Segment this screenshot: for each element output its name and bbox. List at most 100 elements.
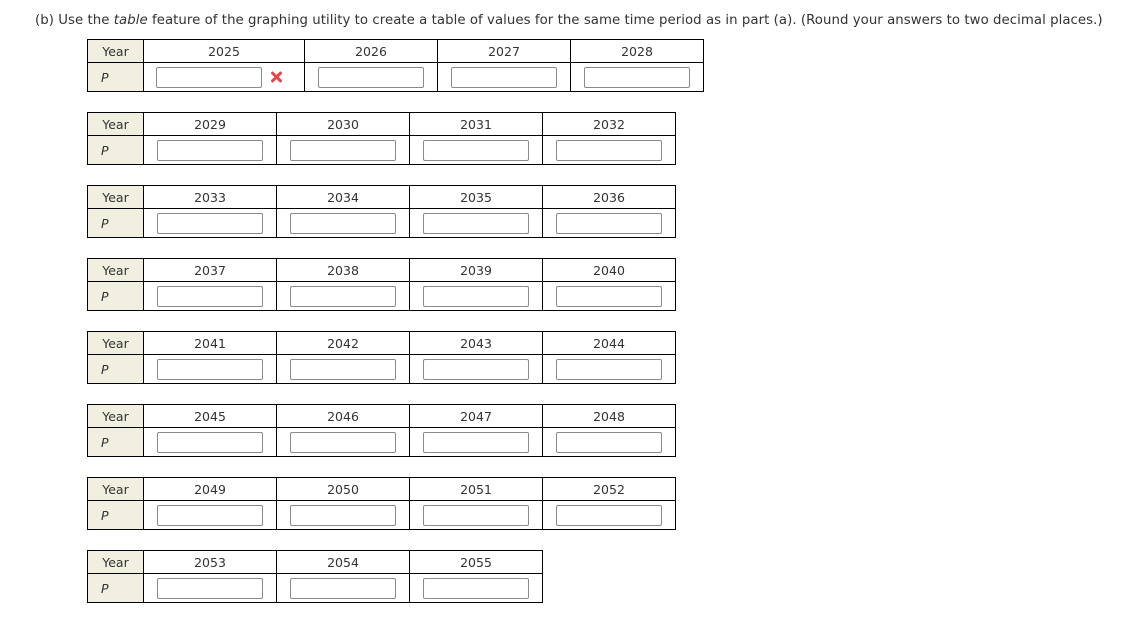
values-table-3: Year 2033 2034 2035 2036 P bbox=[87, 185, 676, 238]
year-cell: 2044 bbox=[542, 331, 676, 355]
p-cell bbox=[143, 500, 277, 530]
p-cell bbox=[143, 354, 277, 384]
p-input-2042[interactable] bbox=[290, 358, 396, 380]
p-input-2048[interactable] bbox=[556, 431, 662, 453]
p-input-2055[interactable] bbox=[423, 577, 529, 599]
p-cell-content bbox=[571, 66, 703, 88]
p-label: P bbox=[87, 208, 144, 238]
year-label: Year bbox=[87, 477, 144, 501]
values-table-2: Year 2029 2030 2031 2032 P bbox=[87, 112, 676, 165]
p-cell bbox=[143, 427, 277, 457]
p-cell-content bbox=[410, 139, 542, 161]
p-input-2038[interactable] bbox=[290, 285, 396, 307]
p-input-2026[interactable] bbox=[318, 66, 424, 88]
p-row: P bbox=[87, 281, 676, 311]
p-input-2035[interactable] bbox=[423, 212, 529, 234]
p-input-2044[interactable] bbox=[556, 358, 662, 380]
p-input-2033[interactable] bbox=[157, 212, 263, 234]
p-input-2046[interactable] bbox=[290, 431, 396, 453]
p-cell-content bbox=[277, 212, 409, 234]
year-cell: 2050 bbox=[276, 477, 410, 501]
p-label: P bbox=[87, 62, 144, 92]
year-cell: 2047 bbox=[409, 404, 543, 428]
p-input-2041[interactable] bbox=[157, 358, 263, 380]
p-input-2047[interactable] bbox=[423, 431, 529, 453]
p-cell bbox=[542, 354, 676, 384]
p-cell-content bbox=[410, 212, 542, 234]
p-input-2043[interactable] bbox=[423, 358, 529, 380]
year-row: Year 2025 2026 2027 2028 bbox=[87, 39, 704, 63]
values-table-1: Year 2025 2026 2027 2028 P bbox=[87, 39, 704, 92]
p-cell bbox=[409, 573, 543, 603]
p-cell-content bbox=[144, 285, 276, 307]
p-input-2039[interactable] bbox=[423, 285, 529, 307]
p-input-2027[interactable] bbox=[451, 66, 557, 88]
p-cell bbox=[304, 62, 438, 92]
year-cell: 2037 bbox=[143, 258, 277, 282]
p-input-2031[interactable] bbox=[423, 139, 529, 161]
p-cell-content bbox=[144, 358, 276, 380]
p-input-2034[interactable] bbox=[290, 212, 396, 234]
p-input-2036[interactable] bbox=[556, 212, 662, 234]
p-cell bbox=[409, 354, 543, 384]
p-input-2050[interactable] bbox=[290, 504, 396, 526]
p-cell-content bbox=[277, 504, 409, 526]
p-input-2040[interactable] bbox=[556, 285, 662, 307]
p-label: P bbox=[87, 427, 144, 457]
instruction-suffix: feature of the graphing utility to creat… bbox=[147, 13, 1103, 28]
p-input-2032[interactable] bbox=[556, 139, 662, 161]
year-label: Year bbox=[87, 39, 144, 63]
year-cell: 2036 bbox=[542, 185, 676, 209]
p-input-2045[interactable] bbox=[157, 431, 263, 453]
p-input-2037[interactable] bbox=[157, 285, 263, 307]
year-cell: 2030 bbox=[276, 112, 410, 136]
p-cell bbox=[409, 281, 543, 311]
year-cell: 2053 bbox=[143, 550, 277, 574]
p-input-2054[interactable] bbox=[290, 577, 396, 599]
p-cell bbox=[276, 500, 410, 530]
p-cell-content bbox=[144, 431, 276, 453]
values-table-7: Year 2049 2050 2051 2052 P bbox=[87, 477, 676, 530]
p-cell-content bbox=[144, 504, 276, 526]
year-cell: 2026 bbox=[304, 39, 438, 63]
p-input-2053[interactable] bbox=[157, 577, 263, 599]
year-label: Year bbox=[87, 550, 144, 574]
p-input-2030[interactable] bbox=[290, 139, 396, 161]
p-cell-content bbox=[277, 577, 409, 599]
p-cell bbox=[143, 208, 277, 238]
p-input-2028[interactable] bbox=[584, 66, 690, 88]
year-cell: 2048 bbox=[542, 404, 676, 428]
p-cell bbox=[143, 135, 277, 165]
p-cell bbox=[276, 135, 410, 165]
p-cell-content bbox=[543, 285, 675, 307]
p-row: P bbox=[87, 354, 676, 384]
p-cell-content bbox=[277, 358, 409, 380]
values-table-4: Year 2037 2038 2039 2040 P bbox=[87, 258, 676, 311]
p-cell bbox=[542, 427, 676, 457]
p-cell bbox=[542, 281, 676, 311]
year-cell: 2027 bbox=[437, 39, 571, 63]
p-input-2052[interactable] bbox=[556, 504, 662, 526]
year-cell: 2028 bbox=[570, 39, 704, 63]
p-label: P bbox=[87, 500, 144, 530]
p-row: P bbox=[87, 573, 543, 603]
incorrect-x-icon bbox=[268, 69, 284, 85]
p-cell bbox=[570, 62, 704, 92]
year-cell: 2035 bbox=[409, 185, 543, 209]
year-cell: 2038 bbox=[276, 258, 410, 282]
p-input-2025[interactable] bbox=[156, 66, 262, 88]
year-row: Year 2049 2050 2051 2052 bbox=[87, 477, 676, 501]
p-input-2049[interactable] bbox=[157, 504, 263, 526]
p-cell-content bbox=[543, 358, 675, 380]
p-input-2029[interactable] bbox=[157, 139, 263, 161]
p-cell bbox=[409, 208, 543, 238]
p-cell-content bbox=[543, 504, 675, 526]
p-cell bbox=[276, 354, 410, 384]
p-row: P bbox=[87, 500, 676, 530]
p-input-2051[interactable] bbox=[423, 504, 529, 526]
year-cell: 2032 bbox=[542, 112, 676, 136]
year-cell: 2042 bbox=[276, 331, 410, 355]
year-cell: 2040 bbox=[542, 258, 676, 282]
p-cell bbox=[276, 281, 410, 311]
year-label: Year bbox=[87, 258, 144, 282]
